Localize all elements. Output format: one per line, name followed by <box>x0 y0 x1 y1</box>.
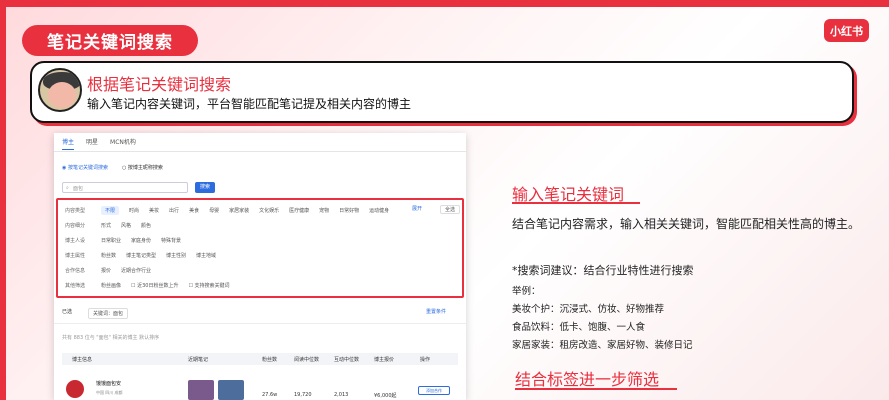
filter-option[interactable]: 日常好物 <box>339 207 359 214</box>
tab-mcn[interactable]: MCN机构 <box>110 137 136 150</box>
table-header: 博主信息 近期笔记 粉丝数 阅读中位数 互动中位数 博主报价 操作 <box>62 353 458 365</box>
filter-option[interactable]: 宠物 <box>319 207 329 214</box>
intro-banner: 根据笔记关键词搜索 输入笔记内容关键词，平台智能匹配笔记提及相关内容的博主 <box>30 61 854 123</box>
title-underline <box>512 202 640 204</box>
result-count: 共有 883 位与 "面包" 相关的博主 默认排序 <box>62 335 160 341</box>
note-thumbnail[interactable] <box>188 380 214 400</box>
slide: 笔记关键词搜索 小红书 根据笔记关键词搜索 输入笔记内容关键词，平台智能匹配笔记… <box>0 0 889 400</box>
platform-screenshot: 博主 明星 MCN机构 ◉ 按笔记关键词搜索 ○ 按博主昵称搜索 ⌕ 面包 搜索 … <box>54 133 466 400</box>
reset-button[interactable]: 重置条件 <box>426 308 446 315</box>
filter-row: 其他筛选 粉丝画像 ☐ 近30日粉丝数上升 ☐ 支持搜索关键词 <box>65 282 230 289</box>
list-item: 家居家装：租房改造、家居好物、装修日记 <box>512 340 693 351</box>
table-row[interactable]: 饿饿面包安 中国 四川 成都 27.6w 19,720 2,013 ¥6,000… <box>62 378 458 400</box>
filter-dropdown[interactable]: 日常职业 <box>101 237 121 244</box>
filter-dropdown[interactable]: 博主地域 <box>196 252 216 259</box>
banner-title: 根据笔记关键词搜索 <box>87 75 232 94</box>
mode-nickname[interactable]: ○ 按博主昵称搜索 <box>122 164 163 171</box>
divider <box>54 323 466 324</box>
filter-option[interactable]: 出行 <box>169 207 179 214</box>
filter-dropdown[interactable]: 近期合作行业 <box>121 267 151 274</box>
filter-option[interactable]: 母婴 <box>209 207 219 214</box>
selected-filters: 已选 关键词：面包 <box>62 308 129 319</box>
example-list: 举例： 美妆个护：沉浸式、仿妆、好物推荐 食品饮料：低卡、饱腹、一人食 家居家装… <box>512 283 693 355</box>
filter-dropdown[interactable]: 风格 <box>121 222 131 229</box>
filter-panel-highlight: 内容类型 不限 时尚 美妆 出行 美食 母婴 家居家装 文化娱乐 医疗健康 宠物… <box>56 198 464 298</box>
list-item: 美妆个护：沉浸式、仿妆、好物推荐 <box>512 304 665 315</box>
divider <box>54 151 466 152</box>
note-thumbnail[interactable] <box>218 380 244 400</box>
mode-keyword[interactable]: ◉ 按笔记关键词搜索 <box>62 164 108 171</box>
filter-dropdown[interactable]: 形式 <box>101 222 111 229</box>
search-input[interactable]: ⌕ 面包 <box>62 182 188 193</box>
filter-row: 内容细分 形式 风格 颜色 <box>65 222 152 229</box>
filter-dropdown[interactable]: 颜色 <box>141 222 151 229</box>
banner-description: 输入笔记内容关键词，平台智能匹配笔记提及相关内容的博主 <box>87 97 412 111</box>
filter-option[interactable]: 美食 <box>189 207 199 214</box>
filter-row: 合作信息 报价 近期合作行业 <box>65 267 152 274</box>
select-all-button[interactable]: 全选 <box>440 205 461 214</box>
avatar <box>66 380 84 398</box>
search-tip: *搜索词建议：结合行业特性进行搜索 <box>512 264 694 277</box>
filter-checkbox[interactable]: ☐ 支持搜索关键词 <box>188 282 229 289</box>
blogger-name[interactable]: 饿饿面包安 <box>96 380 121 387</box>
list-item: 举例： <box>512 286 541 297</box>
filter-dropdown[interactable]: 粉丝画像 <box>101 282 121 289</box>
filter-dropdown[interactable]: 特殊背景 <box>161 237 181 244</box>
filter-row: 内容类型 不限 时尚 美妆 出行 美食 母婴 家居家装 文化娱乐 医疗健康 宠物… <box>65 205 390 215</box>
filter-row: 博主人设 日常职业 家庭身份 特殊背景 <box>65 237 182 244</box>
blogger-location: 中国 四川 成都 <box>96 390 123 395</box>
filter-dropdown[interactable]: 博主笔记类型 <box>126 252 156 259</box>
tab-blogger[interactable]: 博主 <box>62 137 75 150</box>
step-title-tags: 结合标签进一步筛选 <box>515 370 660 389</box>
filter-checkbox[interactable]: ☐ 近30日粉丝数上升 <box>131 282 178 289</box>
filter-row: 博主属性 粉丝数 博主笔记类型 博主性别 博主地域 <box>65 252 217 259</box>
filter-option[interactable]: 医疗健康 <box>289 207 309 214</box>
search-mode: ◉ 按笔记关键词搜索 ○ 按博主昵称搜索 <box>62 164 163 171</box>
tab-star[interactable]: 明星 <box>86 137 98 150</box>
filter-option[interactable]: 美妆 <box>149 207 159 214</box>
filter-option[interactable]: 运动健身 <box>369 207 389 214</box>
filter-option[interactable]: 时尚 <box>129 207 139 214</box>
selected-tag[interactable]: 关键词：面包 <box>88 308 129 319</box>
list-item: 食品饮料：低卡、饱腹、一人食 <box>512 322 646 333</box>
filter-dropdown[interactable]: 博主性别 <box>166 252 186 259</box>
search-icon: ⌕ <box>66 185 69 191</box>
section-title: 笔记关键词搜索 <box>22 25 198 56</box>
expand-button[interactable]: 展开 <box>412 205 422 212</box>
add-cooperation-button[interactable]: 添加合作 <box>418 386 450 395</box>
filter-option[interactable]: 家居家装 <box>229 207 249 214</box>
top-bar <box>0 0 889 7</box>
category-tabs: 博主 明星 MCN机构 <box>62 137 136 150</box>
filter-dropdown[interactable]: 家庭身份 <box>131 237 151 244</box>
search-button[interactable]: 搜索 <box>195 182 215 193</box>
left-accent-bar <box>0 0 6 400</box>
filter-option[interactable]: 文化娱乐 <box>259 207 279 214</box>
filter-option[interactable]: 不限 <box>101 205 120 215</box>
xiaohongshu-logo: 小红书 <box>824 19 869 42</box>
title-underline <box>515 388 677 390</box>
mascot-avatar-icon <box>38 68 82 112</box>
step-description: 结合笔记内容需求，输入相关关键词，智能匹配相关性高的博主。 <box>512 217 861 231</box>
filter-dropdown[interactable]: 粉丝数 <box>101 252 116 259</box>
filter-dropdown[interactable]: 报价 <box>101 267 111 274</box>
